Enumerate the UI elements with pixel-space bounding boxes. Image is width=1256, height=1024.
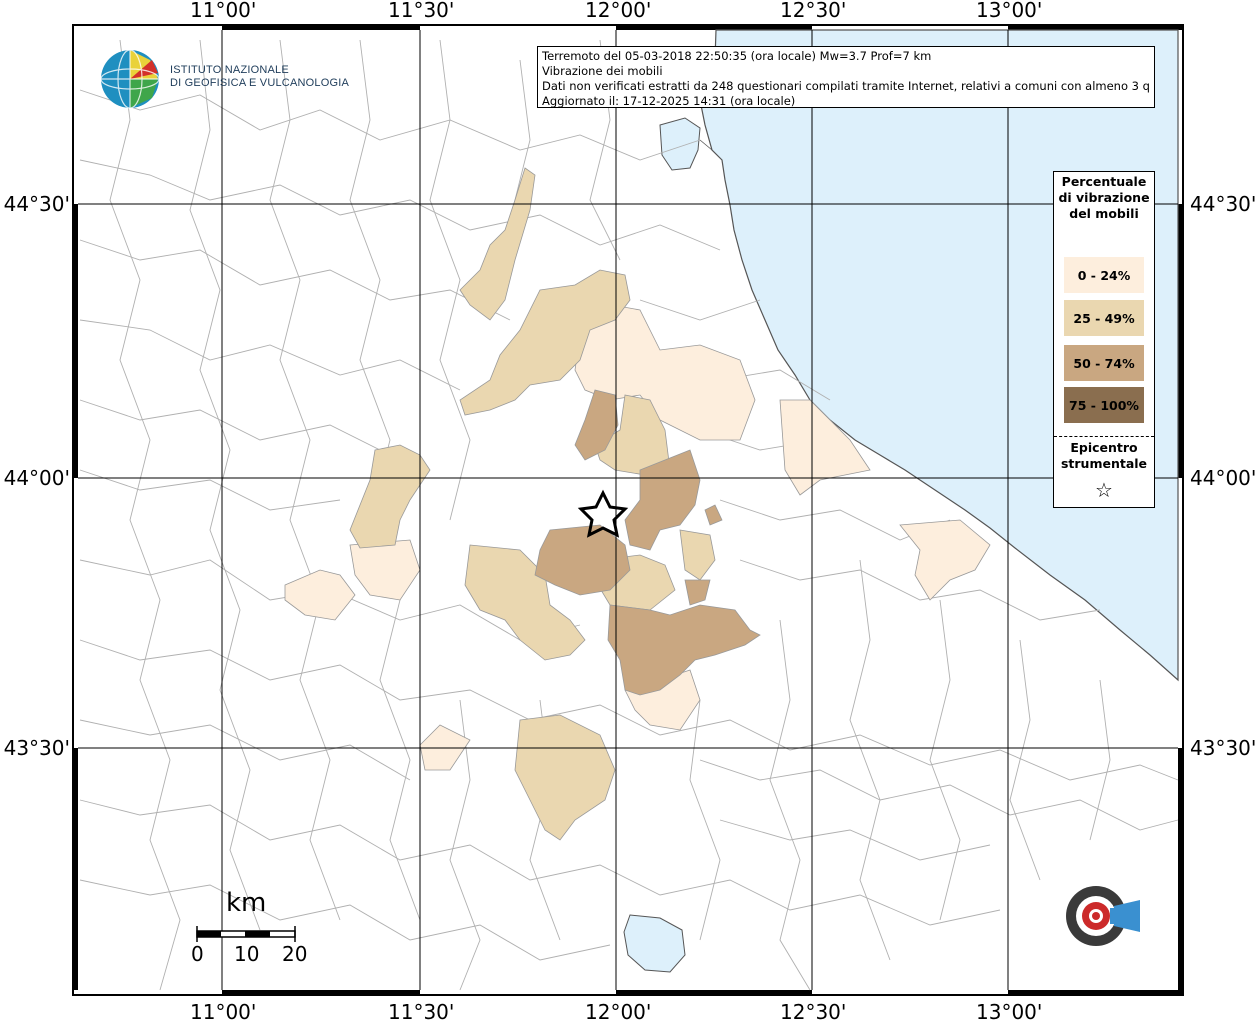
legend-class-1: 0 - 24% <box>1064 257 1144 293</box>
star-icon: ☆ <box>1095 478 1113 502</box>
legend: Percentuale di vibrazione del mobili 0 -… <box>1053 171 1155 508</box>
legend-divider <box>1054 436 1154 437</box>
lon-label-top: 11°00' <box>190 0 257 22</box>
event-updated: Aggiornato il: 17-12-2025 14:31 (ora loc… <box>542 94 796 108</box>
legend-class-2: 25 - 49% <box>1064 300 1144 336</box>
lon-label-bottom: 12°00' <box>585 1000 652 1024</box>
lat-label-right: 44°30' <box>1190 192 1256 216</box>
globe-icon <box>100 49 160 109</box>
legend-class-4: 75 - 100% <box>1064 387 1144 423</box>
lon-label-bottom: 11°30' <box>388 1000 455 1024</box>
lon-label-bottom: 11°00' <box>190 1000 257 1024</box>
scale-unit: km <box>226 888 267 918</box>
lon-label-top: 11°30' <box>388 0 455 22</box>
haisentito-logo <box>1030 860 1170 980</box>
legend-label: 50 - 74% <box>1073 355 1135 371</box>
legend-label: 0 - 24% <box>1077 267 1131 283</box>
scale-label: 20 <box>282 942 308 966</box>
legend-label: 75 - 100% <box>1069 397 1139 413</box>
legend-epicenter-label: Epicentro strumentale <box>1060 440 1148 471</box>
lon-label-bottom: 13°00' <box>976 1000 1043 1024</box>
event-subtitle: Vibrazione dei mobili <box>542 64 663 78</box>
lon-label-top: 12°00' <box>585 0 652 22</box>
scale-label: 10 <box>234 942 260 966</box>
lat-label-right: 44°00' <box>1190 466 1256 490</box>
legend-label: 25 - 49% <box>1073 310 1135 326</box>
event-info-box: Terremoto del 05-03-2018 22:50:35 (ora l… <box>537 46 1155 108</box>
legend-title: Percentuale di vibrazione del mobili <box>1058 174 1150 221</box>
institute-name: ISTITUTO NAZIONALE DI GEOFISICA E VULCAN… <box>170 64 349 90</box>
lon-label-bottom: 12°30' <box>780 1000 847 1024</box>
megaphone-icon <box>1066 886 1140 946</box>
institute-line2: DI GEOFISICA E VULCANOLOGIA <box>170 77 349 89</box>
lat-label-left: 44°30' <box>3 192 70 216</box>
legend-class-3: 50 - 74% <box>1064 345 1144 381</box>
scale-label: 0 <box>191 942 204 966</box>
lat-label-left: 44°00' <box>3 466 70 490</box>
lat-label-right: 43°30' <box>1190 736 1256 760</box>
lon-label-top: 12°30' <box>780 0 847 22</box>
institute-line1: ISTITUTO NAZIONALE <box>170 64 289 76</box>
lon-label-top: 13°00' <box>976 0 1043 22</box>
event-title: Terremoto del 05-03-2018 22:50:35 (ora l… <box>542 49 932 63</box>
event-note: Dati non verificati estratti da 248 ques… <box>542 79 1150 93</box>
lat-label-left: 43°30' <box>3 736 70 760</box>
